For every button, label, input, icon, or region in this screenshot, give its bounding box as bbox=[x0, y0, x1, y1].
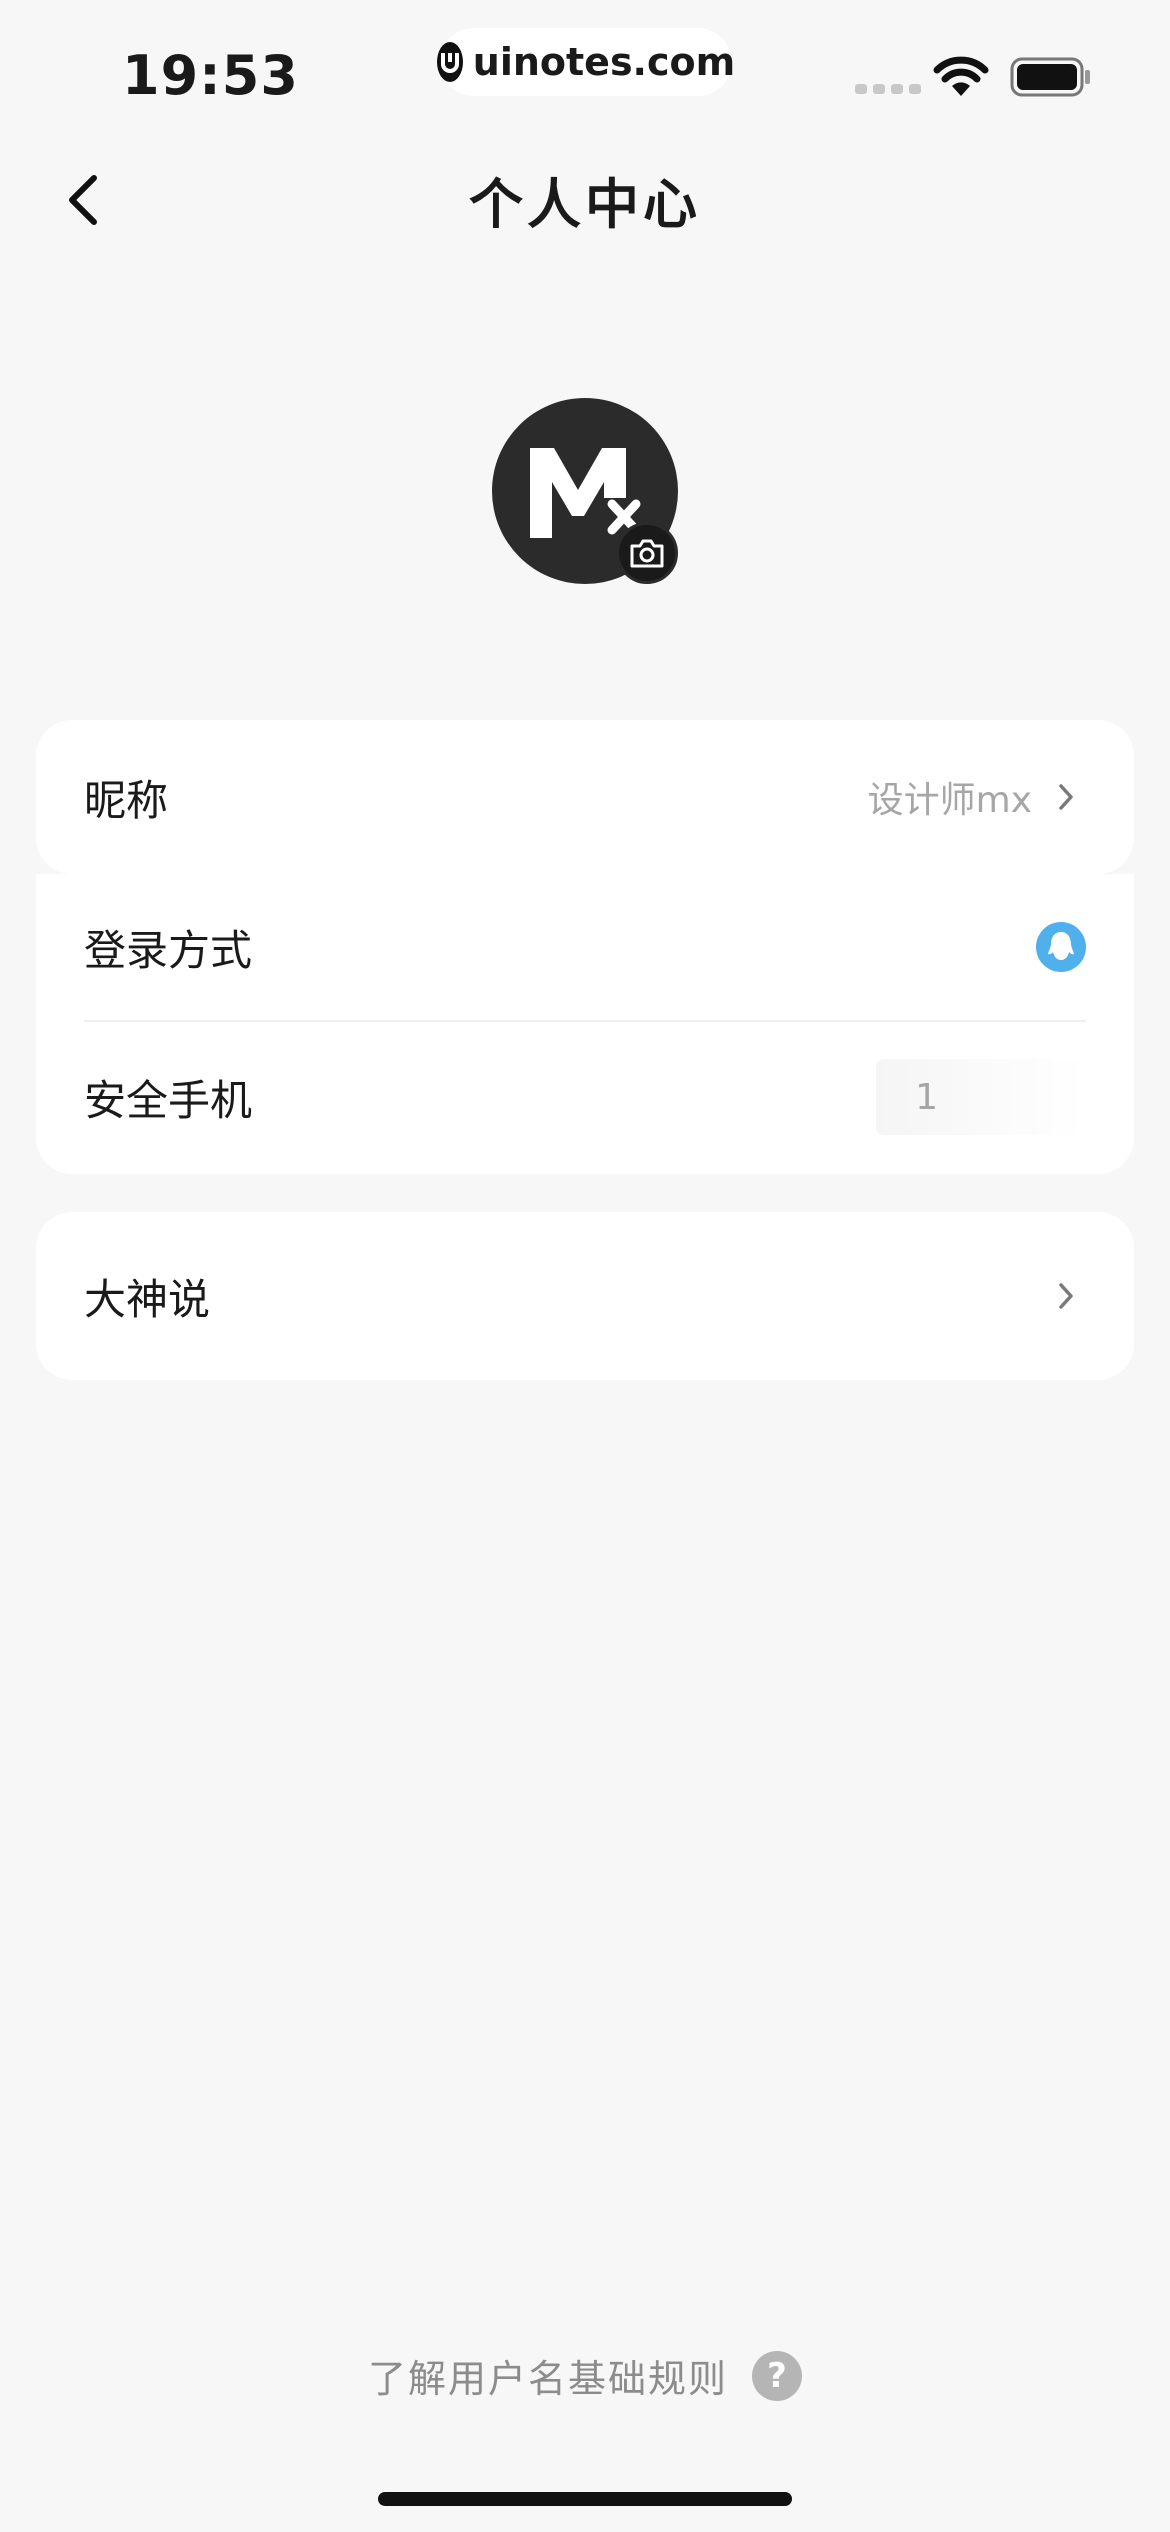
security-phone-value: 1 bbox=[915, 1076, 938, 1118]
security-phone-label: 安全手机 bbox=[84, 1075, 253, 1125]
nickname-value: 设计师mx bbox=[867, 780, 1032, 821]
battery-icon bbox=[1010, 57, 1090, 97]
home-indicator[interactable] bbox=[378, 2492, 792, 2506]
nickname-label: 昵称 bbox=[84, 775, 169, 825]
wifi-icon bbox=[933, 56, 989, 96]
qq-icon bbox=[1036, 922, 1086, 972]
redacted-phone-mask bbox=[876, 1059, 1086, 1135]
username-rules-link[interactable]: 了解用户名基础规则 ? bbox=[0, 2348, 1170, 2403]
page: 19:53 uinotes.com 个人中心 昵称 设计师mx 登录方式 安全手… bbox=[0, 0, 1170, 2532]
chevron-right-icon bbox=[1059, 784, 1073, 810]
login-method-label: 登录方式 bbox=[84, 925, 253, 975]
camera-button[interactable] bbox=[616, 522, 678, 584]
url-text: uinotes.com bbox=[472, 40, 736, 84]
nickname-row[interactable]: 昵称 设计师mx bbox=[36, 720, 1134, 874]
dashen-label: 大神说 bbox=[84, 1274, 211, 1324]
chevron-right-icon bbox=[1059, 1283, 1073, 1309]
dashen-row[interactable]: 大神说 bbox=[36, 1212, 1134, 1380]
status-time: 19:53 bbox=[122, 44, 299, 107]
camera-icon bbox=[630, 539, 664, 568]
page-title: 个人中心 bbox=[469, 173, 701, 236]
account-card: 登录方式 安全手机 1 bbox=[36, 874, 1134, 1174]
dashen-card: 大神说 bbox=[36, 1212, 1134, 1380]
security-phone-row[interactable]: 安全手机 1 bbox=[36, 1022, 1134, 1172]
uinotes-logo-icon bbox=[436, 42, 463, 82]
login-method-row[interactable]: 登录方式 bbox=[36, 874, 1134, 1020]
url-pill[interactable]: uinotes.com bbox=[436, 28, 736, 96]
nickname-card: 昵称 设计师mx bbox=[36, 720, 1134, 874]
signal-icon bbox=[855, 84, 921, 94]
username-rules-text: 了解用户名基础规则 bbox=[367, 2357, 728, 2401]
help-icon[interactable]: ? bbox=[752, 2350, 802, 2401]
avatar[interactable] bbox=[492, 398, 678, 584]
